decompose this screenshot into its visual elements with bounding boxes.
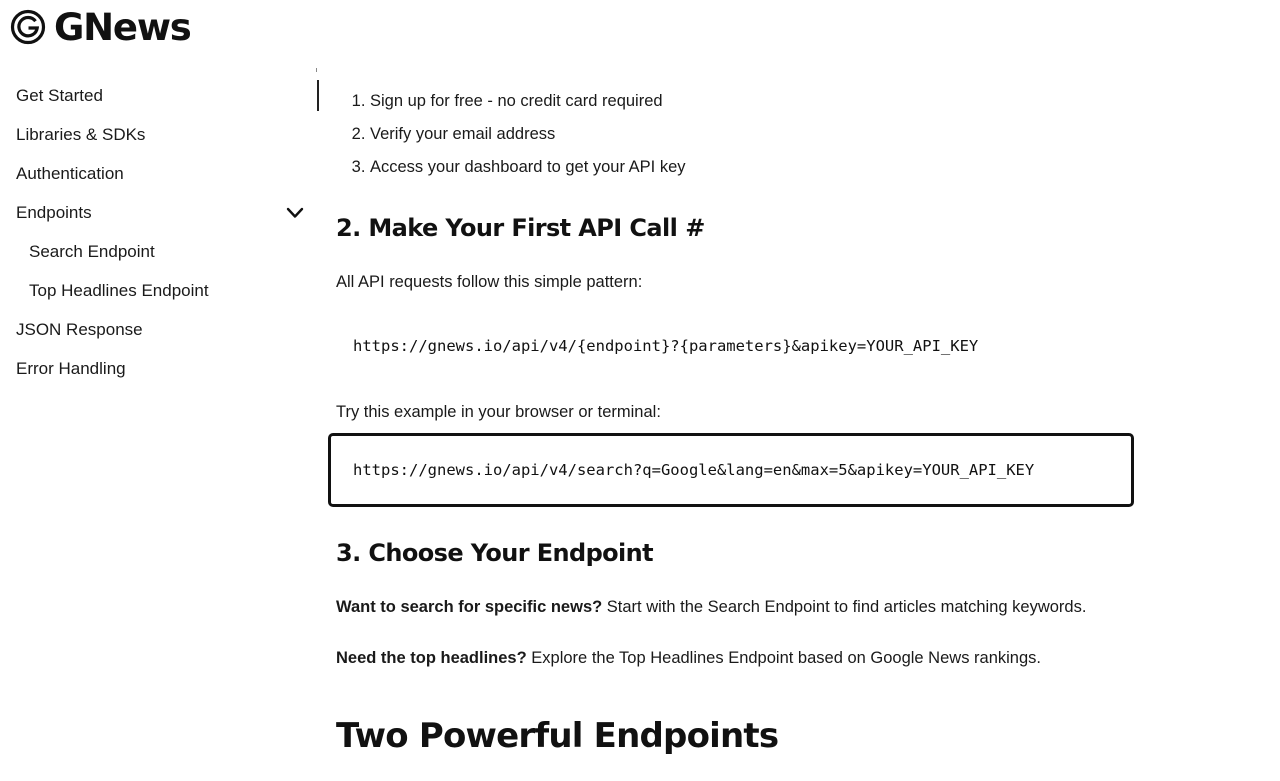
sidebar-item-error-handling[interactable]: Error Handling xyxy=(0,349,318,388)
search-endpoint-paragraph: Want to search for specific news? Start … xyxy=(336,598,1086,617)
list-item: Access your dashboard to get your API ke… xyxy=(370,146,1156,179)
sidebar-item-label: Error Handling xyxy=(16,358,126,378)
sidebar-item-endpoints[interactable]: Endpoints xyxy=(0,193,318,232)
paragraph-lead: Need the top headlines? xyxy=(336,649,527,667)
sidebar-item-label: Endpoints xyxy=(16,202,92,222)
top-headlines-paragraph: Need the top headlines? Explore the Top … xyxy=(336,649,1041,668)
sidebar-item-label: Authentication xyxy=(16,163,124,183)
chevron-down-icon[interactable] xyxy=(286,207,304,219)
sidebar-item-label: Search Endpoint xyxy=(29,241,155,261)
signup-steps-list: Sign up for free - no credit card requir… xyxy=(336,80,1156,179)
anchor-link[interactable]: # xyxy=(685,214,705,242)
brand-logo[interactable]: GNews xyxy=(10,5,192,49)
section-title: 2. Make Your First API Call xyxy=(336,214,678,242)
example-code-block[interactable]: https://gnews.io/api/v4/search?q=Google&… xyxy=(328,433,1134,507)
sidebar-item-libraries-sdks[interactable]: Libraries & SDKs xyxy=(0,115,318,154)
list-item: Verify your email address xyxy=(370,113,1156,146)
api-pattern-intro: All API requests follow this simple patt… xyxy=(336,273,643,291)
sidebar-item-label: JSON Response xyxy=(16,319,143,339)
heading-two-powerful-endpoints: Two Powerful Endpoints xyxy=(336,716,779,756)
example-intro: Try this example in your browser or term… xyxy=(336,403,661,421)
section-heading-choose-endpoint: 3. Choose Your Endpoint xyxy=(336,539,654,567)
sidebar-item-top-headlines-endpoint[interactable]: Top Headlines Endpoint xyxy=(0,271,318,310)
main-content: Sign up for free - no credit card requir… xyxy=(328,80,1156,756)
sidebar-item-label: Top Headlines Endpoint xyxy=(29,280,209,300)
sidebar-active-indicator xyxy=(317,80,319,111)
paragraph-text: Explore the Top Headlines Endpoint based… xyxy=(526,649,1041,667)
example-code: https://gnews.io/api/v4/search?q=Google&… xyxy=(353,461,1035,479)
sidebar-item-search-endpoint[interactable]: Search Endpoint xyxy=(0,232,318,271)
sidebar-item-json-response[interactable]: JSON Response xyxy=(0,310,318,349)
sidebar-item-authentication[interactable]: Authentication xyxy=(0,154,318,193)
paragraph-text: Start with the Search Endpoint to find a… xyxy=(602,598,1087,616)
sidebar-item-label: Libraries & SDKs xyxy=(16,124,146,144)
sidebar-item-get-started[interactable]: Get Started xyxy=(0,76,318,115)
sidebar-divider-tick xyxy=(316,68,317,72)
section-heading-first-api-call: 2. Make Your First API Call # xyxy=(336,214,705,242)
sidebar-nav: Get Started Libraries & SDKs Authenticat… xyxy=(0,76,318,388)
section-title: 3. Choose Your Endpoint xyxy=(336,539,654,567)
gnews-g-icon xyxy=(10,9,46,45)
api-pattern-code: https://gnews.io/api/v4/{endpoint}?{para… xyxy=(353,337,979,355)
sidebar-item-label: Get Started xyxy=(16,85,103,105)
list-item: Sign up for free - no credit card requir… xyxy=(370,80,1156,113)
paragraph-lead: Want to search for specific news? xyxy=(336,598,603,616)
brand-name: GNews xyxy=(54,5,192,49)
